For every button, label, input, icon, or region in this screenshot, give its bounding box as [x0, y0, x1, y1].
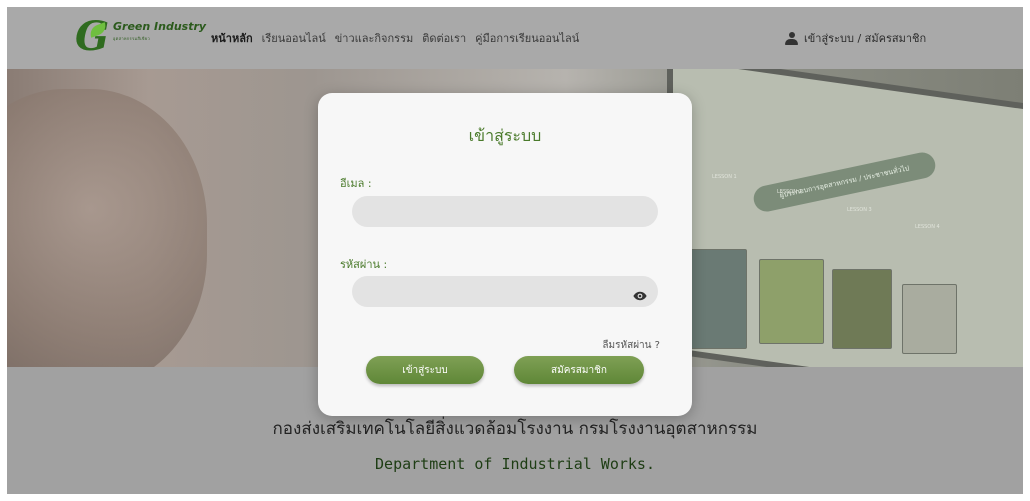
lesson-card: [902, 284, 957, 354]
eye-icon[interactable]: [633, 286, 647, 301]
logo-title: Green Industry: [113, 20, 207, 33]
user-icon: [785, 31, 798, 45]
nav-item-home[interactable]: หน้าหลัก: [211, 29, 253, 47]
login-register-link[interactable]: เข้าสู่ระบบ / สมัครสมาชิก: [785, 7, 926, 69]
register-button[interactable]: สมัครสมาชิก: [514, 356, 644, 384]
login-register-label: เข้าสู่ระบบ / สมัครสมาชิก: [804, 32, 927, 45]
nav-item-online-learning[interactable]: เรียนออนไลน์: [262, 29, 326, 47]
department-name-en: Department of Industrial Works.: [375, 455, 655, 473]
forgot-password-link[interactable]: ลืมรหัสผ่าน ?: [602, 338, 660, 353]
email-label: อีเมล :: [340, 177, 372, 190]
logo-subtitle: อุตสาหกรรมสีเขียว: [113, 36, 151, 41]
lesson-label: LESSON 4: [915, 224, 940, 230]
nav-item-online-manual[interactable]: คู่มือการเรียนออนไลน์: [475, 29, 579, 47]
lesson-card: [759, 259, 824, 344]
nav-item-news-activities[interactable]: ข่าวและกิจกรรม: [335, 29, 413, 47]
lesson-card: [687, 249, 747, 349]
hero-person-image: [7, 89, 207, 367]
login-button[interactable]: เข้าสู่ระบบ: [366, 356, 484, 384]
department-name-th: กองส่งเสริมเทคโนโลยีสิ่งแวดล้อมโรงงาน กร…: [272, 419, 758, 439]
lesson-label: LESSON 2: [777, 189, 802, 195]
password-label: รหัสผ่าน :: [340, 258, 388, 271]
lesson-label: LESSON 3: [847, 207, 872, 213]
password-field[interactable]: [352, 276, 658, 307]
email-field[interactable]: [352, 196, 658, 227]
modal-title: เข้าสู่ระบบ: [468, 126, 542, 145]
site-header: G Green Industry อุตสาหกรรมสีเขียว หน้าห…: [7, 7, 1023, 69]
main-nav: หน้าหลัก เรียนออนไลน์ ข่าวและกิจกรรม ติด…: [211, 7, 579, 69]
site-logo[interactable]: G Green Industry อุตสาหกรรมสีเขียว: [75, 17, 207, 57]
nav-item-contact[interactable]: ติดต่อเรา: [422, 29, 466, 47]
login-modal: เข้าสู่ระบบ อีเมล : รหัสผ่าน : ลืมรหัสผ่…: [318, 93, 692, 416]
lesson-card: [832, 269, 892, 349]
lesson-label: LESSON 1: [712, 174, 737, 180]
